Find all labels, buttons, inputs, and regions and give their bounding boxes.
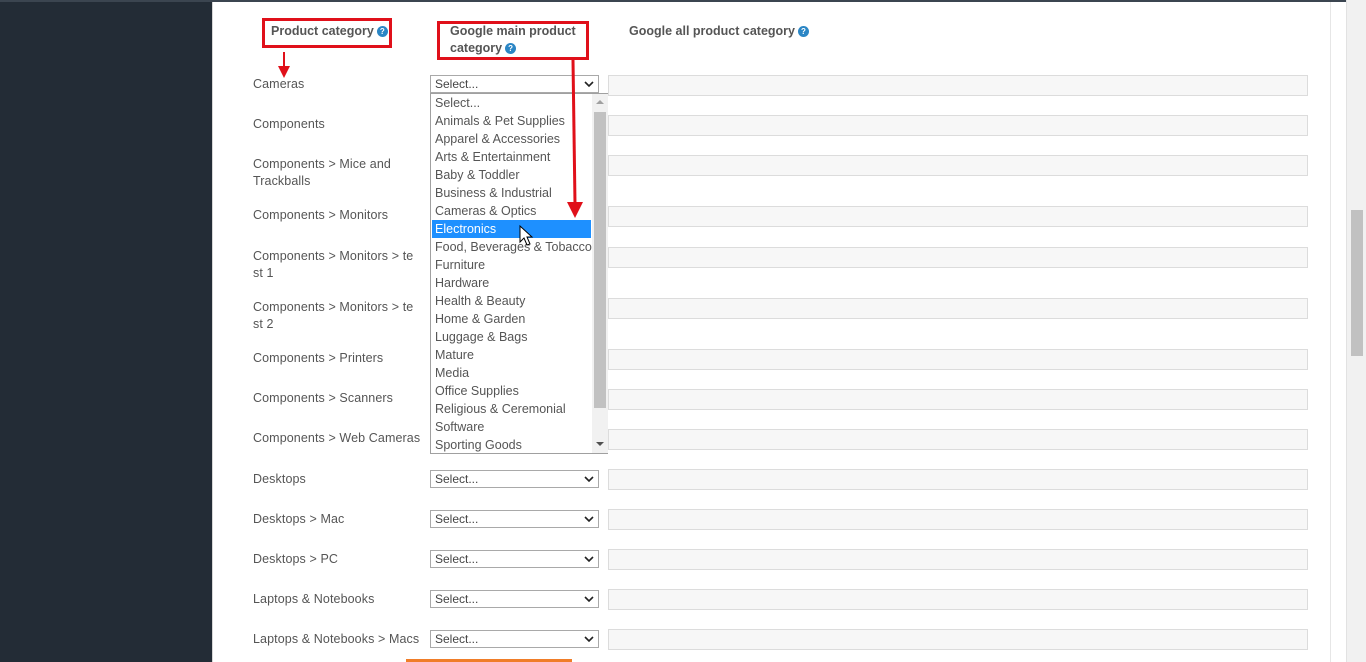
red-arrow-down-long-icon (567, 59, 583, 218)
mouse-cursor-icon (519, 224, 534, 246)
annotation-overlay (278, 52, 583, 246)
red-arrow-down-small-icon (278, 52, 290, 78)
